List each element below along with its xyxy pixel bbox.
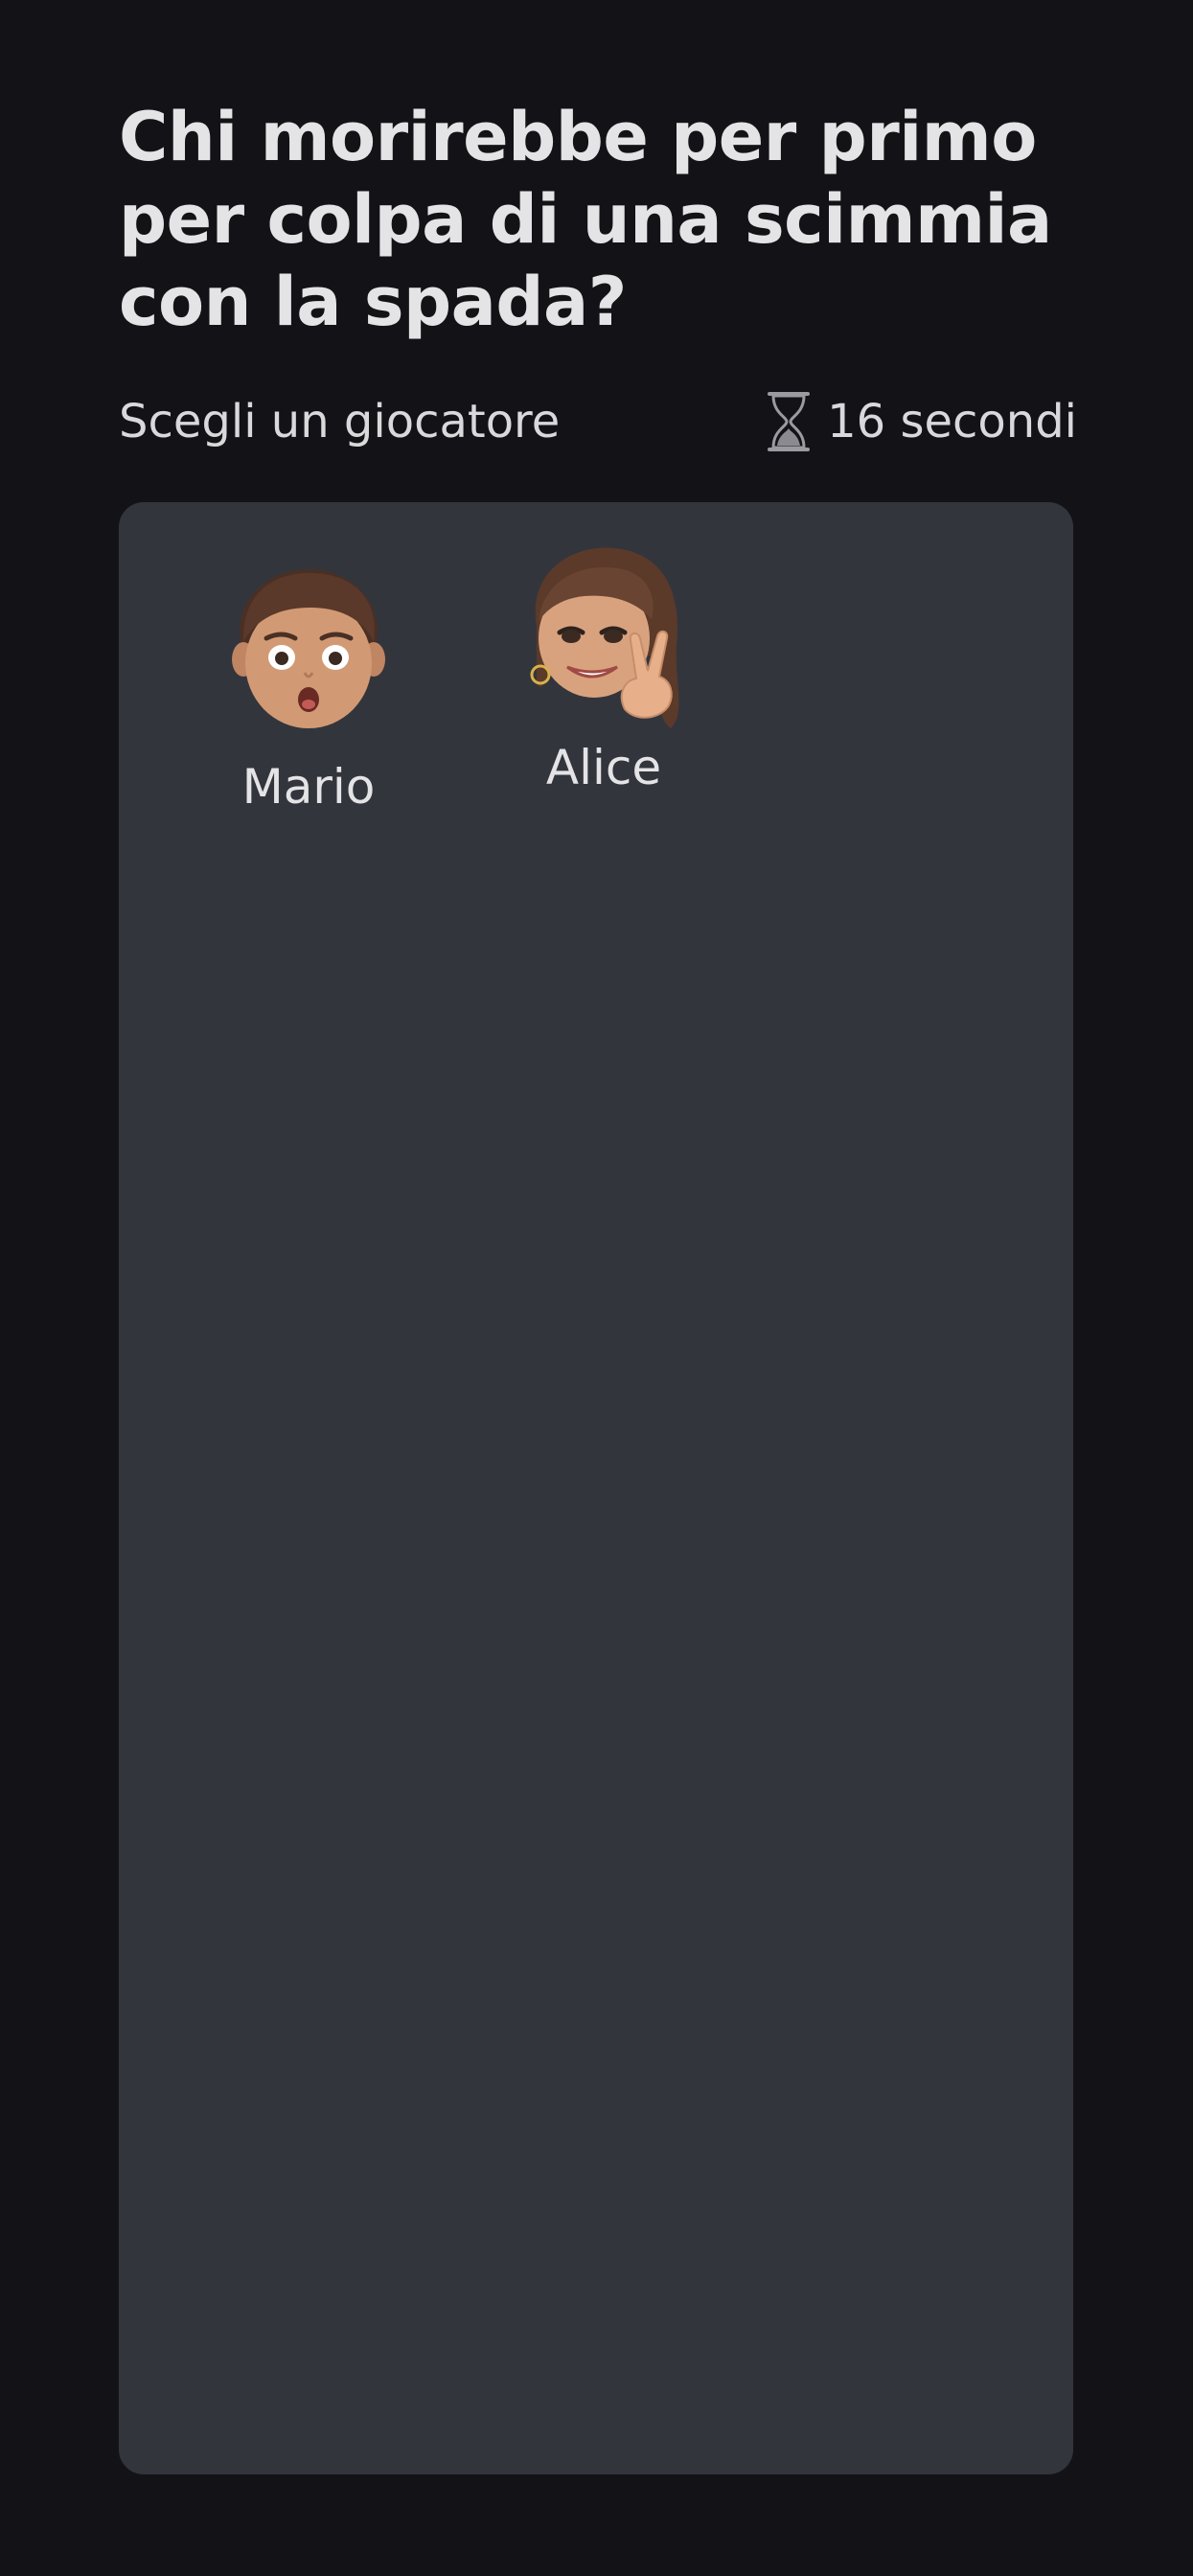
avatar (232, 569, 385, 728)
player-option-mario[interactable]: Mario (203, 560, 414, 815)
hourglass-icon (768, 392, 811, 451)
question-title: Chi morirebbe per primo per colpa di una… (119, 96, 1077, 343)
meta-row: Scegli un giocatore 16 secondi (119, 383, 1077, 460)
question-line-2: per colpa di una scimmia (119, 180, 1052, 259)
countdown-timer: 16 secondi (764, 390, 1077, 453)
player-name-alice: Alice (545, 740, 662, 795)
players-panel: Mario Alice (119, 502, 1073, 2474)
timer-label: 16 secondi (827, 395, 1077, 448)
avatar (530, 547, 679, 728)
question-line-1: Chi morirebbe per primo (119, 98, 1037, 176)
choose-player-label: Scegli un giocatore (119, 395, 561, 448)
player-name-mario: Mario (241, 759, 376, 815)
question-line-3: con la spada? (119, 263, 627, 341)
player-option-alice[interactable]: Alice (498, 547, 709, 795)
